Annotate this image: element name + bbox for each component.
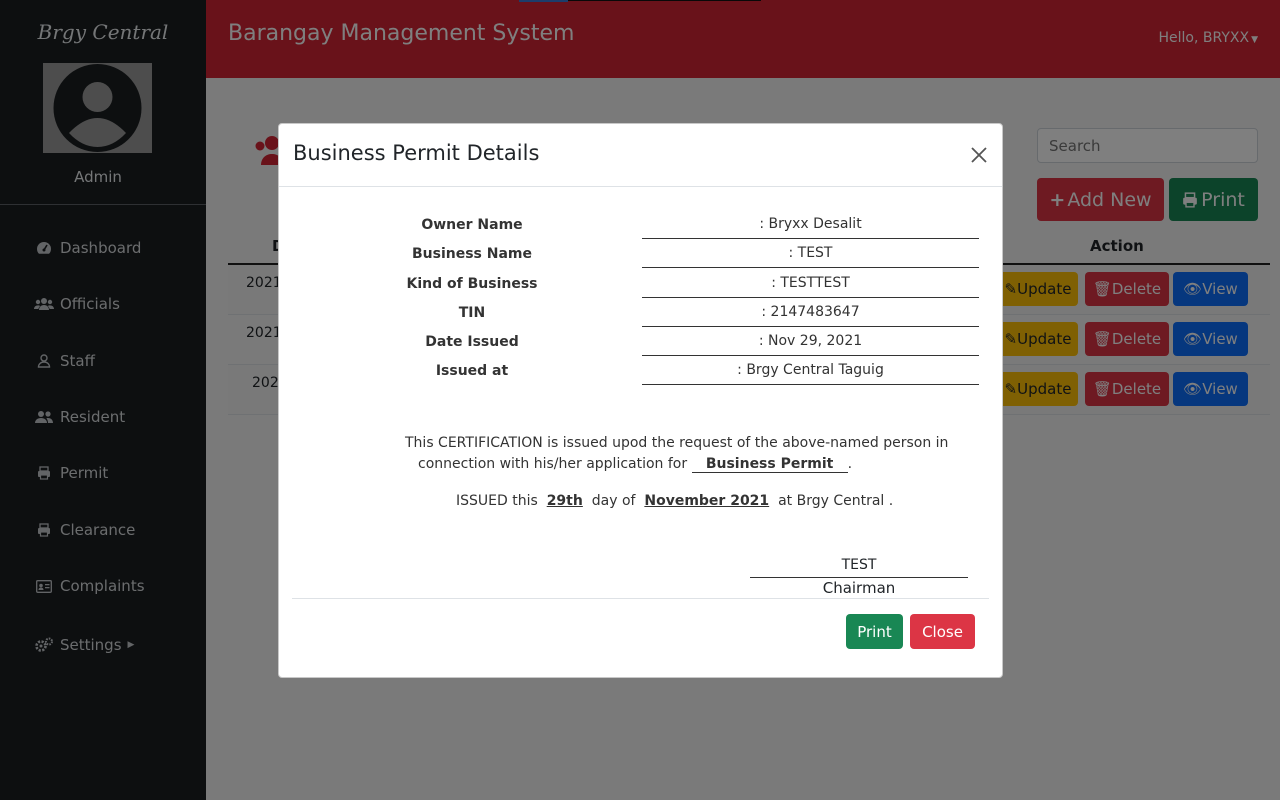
issued-at-label: Issued at [435, 363, 509, 379]
issued-line: ISSUED this 29th day of November 2021 at… [456, 493, 893, 509]
signatory-title: Chairman [822, 579, 896, 597]
business-name-value: : TEST [642, 245, 979, 268]
modal-footer-divider [292, 598, 989, 599]
issued-suffix: at Brgy Central . [778, 493, 894, 509]
date-issued-label: Date Issued [425, 334, 519, 350]
certification-text: This CERTIFICATION is issued upod the re… [405, 435, 949, 451]
tin-label: TIN [458, 305, 486, 321]
issued-at-value: : Brgy Central Taguig [642, 362, 979, 385]
modal-title: Business Permit Details [293, 141, 540, 165]
owner-name-label: Owner Name [421, 217, 523, 233]
kind-of-business-value: : TESTTEST [642, 275, 979, 298]
issued-mid: day of [591, 493, 636, 509]
kind-of-business-label: Kind of Business [406, 276, 538, 292]
permit-type: Business Permit [691, 456, 848, 473]
business-permit-modal: Business Permit Details Owner Name : Bry… [278, 123, 1003, 678]
date-issued-value: : Nov 29, 2021 [642, 333, 979, 356]
certification-suffix: . [847, 456, 853, 472]
issued-day: 29th [546, 493, 583, 509]
issued-month: November 2021 [644, 493, 770, 509]
owner-name-value: : Bryxx Desalit [642, 216, 979, 239]
certification-text-line2: connection with his/her application for … [418, 456, 852, 473]
business-name-label: Business Name [411, 246, 533, 262]
signatory-name: TEST [750, 557, 968, 578]
modal-header: Business Permit Details [279, 124, 1002, 187]
print-button[interactable]: Print [846, 614, 903, 649]
tin-value: : 2147483647 [642, 304, 979, 327]
issued-prefix: ISSUED this [456, 493, 538, 509]
certification-prefix: connection with his/her application for [418, 456, 688, 472]
close-icon[interactable] [968, 144, 990, 166]
close-button[interactable]: Close [910, 614, 975, 649]
